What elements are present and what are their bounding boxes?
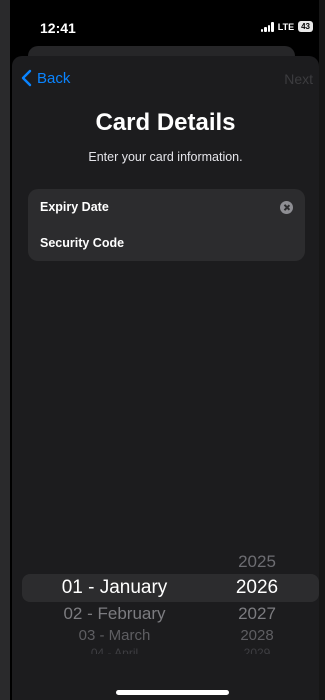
year-option-selected[interactable]: 2026 (217, 577, 297, 599)
chevron-left-icon (21, 69, 32, 87)
home-indicator[interactable] (116, 690, 229, 695)
background-app-edge-right (319, 0, 325, 700)
security-code-field[interactable]: Security Code (40, 225, 293, 261)
month-option[interactable]: 04 - April (12, 646, 217, 654)
page-subtitle: Enter your card information. (88, 150, 243, 164)
year-option[interactable]: 2025 (217, 552, 297, 572)
back-button-label: Back (37, 69, 71, 87)
clear-icon[interactable] (280, 201, 293, 214)
status-time: 12:41 (40, 20, 76, 36)
security-code-label: Security Code (40, 236, 125, 250)
back-button[interactable]: Back (20, 69, 70, 87)
network-type: LTE (277, 21, 295, 32)
next-button[interactable]: Next (284, 71, 313, 87)
year-option[interactable]: 2029 (217, 646, 297, 654)
expiry-date-label: Expiry Date (40, 200, 109, 214)
year-wheel[interactable]: 2025 2026 2027 2028 2029 (217, 540, 297, 665)
signal-icon (260, 21, 274, 32)
expiry-date-field[interactable]: Expiry Date (40, 189, 293, 225)
year-option[interactable]: 2027 (217, 604, 297, 624)
battery-icon: 43 (298, 21, 313, 32)
month-option[interactable]: 02 - February (12, 604, 217, 624)
status-indicators: LTE 43 (260, 21, 313, 32)
year-option[interactable]: 2028 (217, 627, 297, 644)
expiry-date-picker[interactable]: 01 - January 02 - February 03 - March 04… (12, 540, 319, 665)
month-option[interactable]: 03 - March (12, 627, 217, 644)
page-title: Card Details (95, 109, 236, 136)
card-fields-group: Expiry Date Security Code (28, 189, 305, 261)
background-app-edge (0, 0, 10, 700)
month-option-selected[interactable]: 01 - January (12, 577, 217, 599)
status-bar: 12:41 LTE 43 (12, 0, 319, 50)
month-wheel[interactable]: 01 - January 02 - February 03 - March 04… (12, 540, 217, 665)
